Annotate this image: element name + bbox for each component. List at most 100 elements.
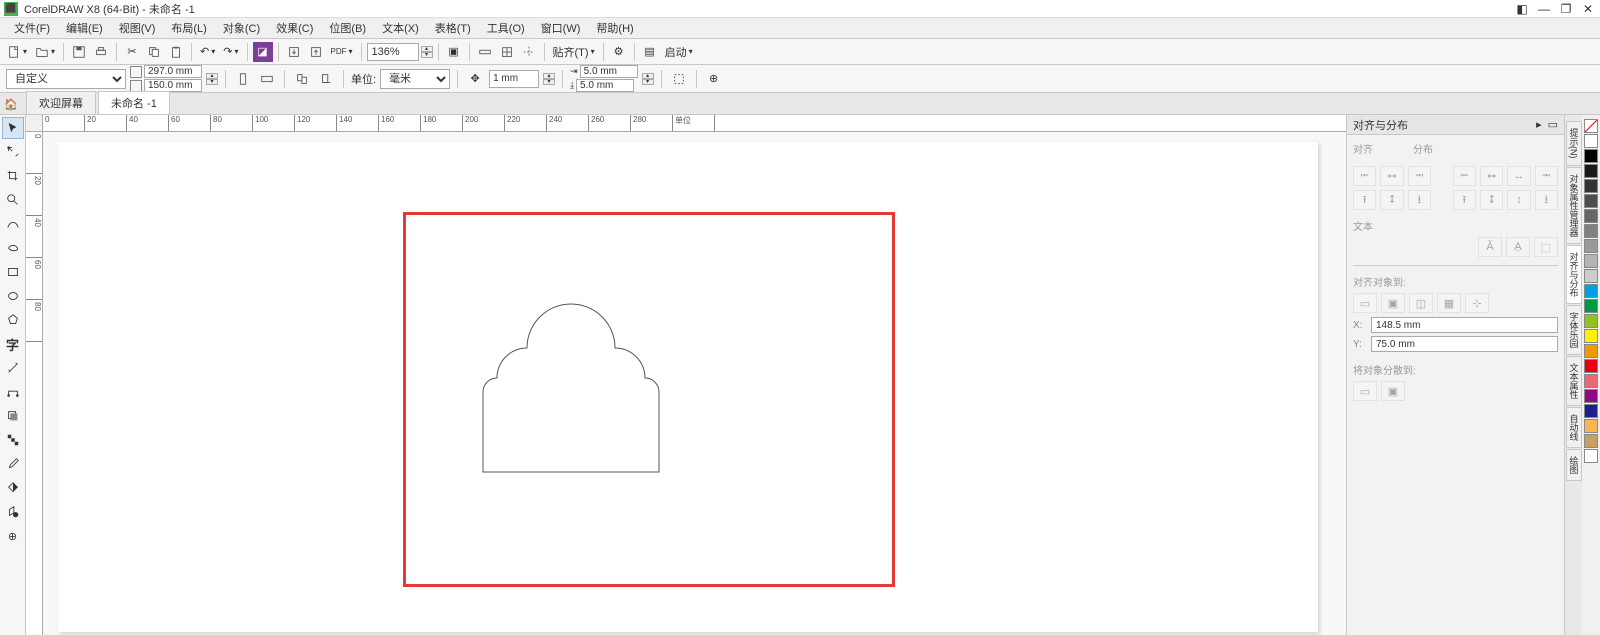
align-to-point-button[interactable]: ⊹ [1465,293,1489,313]
menu-window[interactable]: 窗口(W) [533,18,589,38]
docker-tab-2[interactable]: 对齐与分布 [1566,245,1582,304]
shape-tool[interactable] [2,141,24,163]
color-swatch[interactable] [1584,194,1598,208]
crop-tool[interactable] [2,165,24,187]
color-swatch[interactable] [1584,344,1598,358]
align-x-input[interactable] [1371,317,1558,333]
menu-text[interactable]: 文本(X) [374,18,427,38]
dup-down[interactable]: ▾ [642,79,654,85]
cut-button[interactable]: ✂ [122,42,142,62]
color-swatch[interactable] [1584,209,1598,223]
dist-left-button[interactable]: ⭰ [1453,166,1476,186]
polygon-tool[interactable] [2,309,24,331]
docker-tab-0[interactable]: 提示(N) [1566,121,1582,166]
search-content-button[interactable]: ◪ [253,42,273,62]
page-width-input[interactable] [144,65,202,78]
menu-effects[interactable]: 效果(C) [268,18,321,38]
docker-tab-5[interactable]: 自动线 [1566,407,1582,448]
publish-pdf-button[interactable]: PDF [328,42,356,62]
redo-button[interactable]: ↷ [220,42,241,62]
paste-button[interactable] [166,42,186,62]
quick-customize-toolbox[interactable]: ⊕ [2,525,24,547]
align-top-button[interactable]: ⭱ [1353,190,1376,210]
duplicate-y-input[interactable] [576,79,634,92]
copy-button[interactable] [144,42,164,62]
zoom-tool[interactable] [2,189,24,211]
arch-shape[interactable] [473,272,693,482]
color-swatch[interactable] [1584,149,1598,163]
show-grid-button[interactable] [497,42,517,62]
menu-tools[interactable]: 工具(O) [479,18,533,38]
close-button[interactable]: ✕ [1580,1,1596,17]
new-button[interactable] [4,42,30,62]
color-swatch[interactable] [1584,164,1598,178]
align-center-h-button[interactable]: ⭤ [1380,166,1403,186]
transparency-tool[interactable] [2,429,24,451]
menu-file[interactable]: 文件(F) [6,18,58,38]
launch-button[interactable]: 启动 [662,42,696,62]
launch-app-icon[interactable]: ▤ [640,42,660,62]
color-swatch[interactable] [1584,449,1598,463]
current-page-button[interactable] [316,69,336,89]
horizontal-ruler[interactable]: 020406080100120140160180200220240260280单… [43,115,1346,132]
connector-tool[interactable] [2,381,24,403]
home-icon[interactable]: 🏠 [4,98,20,114]
all-pages-button[interactable] [292,69,312,89]
align-right-button[interactable]: ⭲ [1408,166,1431,186]
align-to-page-edge-button[interactable]: ▣ [1381,293,1405,313]
landscape-button[interactable] [257,69,277,89]
menu-object[interactable]: 对象(C) [215,18,268,38]
quick-customize-icon[interactable]: ⊕ [704,69,724,89]
text-first-line-button[interactable]: A̱ [1506,237,1530,257]
page-preset-select[interactable]: 自定义 [6,69,126,89]
color-swatch[interactable] [1584,374,1598,388]
save-button[interactable] [69,42,89,62]
align-to-active-button[interactable]: ▭ [1353,293,1377,313]
menu-edit[interactable]: 编辑(E) [58,18,111,38]
ellipse-tool[interactable] [2,285,24,307]
dist-center-v-button[interactable]: ⭥ [1480,190,1503,210]
docker-title[interactable]: 对齐与分布▸▭ [1347,115,1564,135]
interactive-fill-tool[interactable] [2,477,24,499]
dist-bottom-button[interactable]: ⭳ [1535,190,1558,210]
align-to-page-center-button[interactable]: ◫ [1409,293,1433,313]
undo-button[interactable]: ↶ [197,42,218,62]
export-button[interactable] [306,42,326,62]
zoom-down[interactable]: ▾ [421,52,433,58]
open-button[interactable] [32,42,58,62]
color-swatch[interactable] [1584,269,1598,283]
docker-tab-6[interactable]: 绘图 [1566,449,1582,481]
nudge-distance-input[interactable] [489,70,539,88]
align-center-v-button[interactable]: ⭥ [1380,190,1403,210]
show-guides-button[interactable] [519,42,539,62]
align-to-grid-button[interactable]: ▦ [1437,293,1461,313]
menu-help[interactable]: 帮助(H) [588,18,641,38]
rectangle-tool[interactable] [2,261,24,283]
docker-tab-3[interactable]: 字体乐园 [1566,305,1582,355]
text-bounding-button[interactable]: ⬚ [1534,237,1558,257]
treat-as-filled-button[interactable] [669,69,689,89]
import-button[interactable] [284,42,304,62]
docker-close-icon[interactable]: ▭ [1548,118,1558,131]
duplicate-x-input[interactable] [580,65,638,78]
docker-menu-icon[interactable]: ▸ [1536,118,1542,131]
docker-tab-4[interactable]: 文本属性 [1566,356,1582,406]
docker-tab-1[interactable]: 对象属性管理器 [1566,167,1582,244]
color-swatch[interactable] [1584,134,1598,148]
color-swatch[interactable] [1584,404,1598,418]
tab-welcome[interactable]: 欢迎屏幕 [26,91,96,114]
whats-new-icon[interactable]: ◧ [1514,1,1530,17]
menu-bitmap[interactable]: 位图(B) [321,18,374,38]
zoom-level-input[interactable] [367,43,419,61]
align-left-button[interactable]: ⭰ [1353,166,1376,186]
show-rulers-button[interactable] [475,42,495,62]
dist-to-page-button[interactable]: ▣ [1381,381,1405,401]
dim-down[interactable]: ▾ [206,79,218,85]
menu-table[interactable]: 表格(T) [427,18,479,38]
fullscreen-button[interactable]: ▣ [444,42,464,62]
nudge-down[interactable]: ▾ [543,79,555,85]
eyedropper-tool[interactable] [2,453,24,475]
align-bottom-button[interactable]: ⭳ [1408,190,1431,210]
color-swatch[interactable] [1584,179,1598,193]
tab-document[interactable]: 未命名 -1 [98,91,170,114]
